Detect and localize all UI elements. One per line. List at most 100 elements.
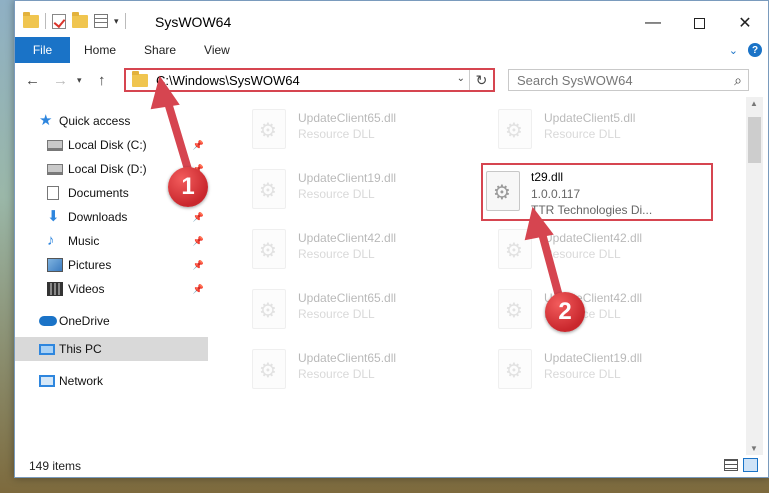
maximize-button[interactable] xyxy=(676,9,722,37)
file-description: Resource DLL xyxy=(298,187,375,201)
videos-icon xyxy=(47,282,63,296)
new-folder-icon[interactable] xyxy=(72,11,88,28)
file-item[interactable]: UpdateClient65.dll Resource DLL xyxy=(222,101,460,157)
sidebar-item-music[interactable]: ♪ Music 📌 xyxy=(15,229,208,253)
address-path[interactable]: C:\Windows\SysWOW64 xyxy=(156,73,300,88)
pictures-icon xyxy=(47,258,63,272)
address-bar[interactable]: C:\Windows\SysWOW64 ⌄ ↻ xyxy=(124,68,495,92)
sidebar-item-this-pc[interactable]: This PC xyxy=(15,337,208,361)
customize-toolbar-chevron-icon[interactable]: ▾ xyxy=(114,16,119,27)
back-arrow-icon[interactable]: ← xyxy=(25,72,40,89)
properties-check-icon[interactable] xyxy=(52,13,66,29)
file-description: Resource DLL xyxy=(298,307,375,321)
folder-icon xyxy=(23,11,39,28)
tab-file[interactable]: File xyxy=(15,37,70,63)
file-item[interactable]: UpdateClient65.dll Resource DLL xyxy=(222,281,460,337)
sidebar-item-quick-access[interactable]: ★ Quick access xyxy=(15,109,208,133)
sidebar-item-label: Videos xyxy=(68,282,105,296)
sidebar-item-label: Network xyxy=(59,374,104,388)
disk-icon xyxy=(47,163,63,175)
search-input[interactable]: Search SysWOW64 ⌕ xyxy=(508,69,749,91)
file-explorer-window: ▾ SysWOW64 — ✕ File Home Share View ⌄ ? … xyxy=(14,0,769,478)
pin-icon[interactable]: 📌 xyxy=(193,212,204,223)
file-description: Resource DLL xyxy=(544,127,621,141)
file-company: TTR Technologies Di... xyxy=(531,203,653,217)
file-name: t29.dll xyxy=(531,170,564,184)
sidebar-item-local-disk-c[interactable]: Local Disk (C:) 📌 xyxy=(15,133,208,157)
file-description: Resource DLL xyxy=(298,127,375,141)
file-item-t29-dll[interactable]: t29.dll 1.0.0.117 TTR Technologies Di... xyxy=(481,163,713,221)
file-name: UpdateClient19.dll xyxy=(544,351,643,365)
tab-view[interactable]: View xyxy=(190,37,244,63)
navigation-pane: ★ Quick access Local Disk (C:) 📌 Local D… xyxy=(15,101,208,456)
dll-file-icon xyxy=(252,109,286,149)
refresh-icon[interactable]: ↻ xyxy=(469,70,493,90)
music-icon: ♪ xyxy=(47,232,55,249)
pin-icon[interactable]: 📌 xyxy=(193,260,204,271)
minimize-icon: — xyxy=(645,14,661,31)
star-icon: ★ xyxy=(39,112,53,129)
minimize-button[interactable]: — xyxy=(630,9,676,37)
pin-icon[interactable]: 📌 xyxy=(193,140,204,151)
sidebar-item-onedrive[interactable]: OneDrive xyxy=(15,309,208,333)
dll-file-icon xyxy=(498,289,532,329)
sidebar-item-label: Music xyxy=(68,234,100,248)
file-item[interactable]: UpdateClient5.dll Resource DLL xyxy=(468,101,706,157)
toolbar-separator xyxy=(124,13,126,29)
sidebar-item-label: Documents xyxy=(68,186,129,200)
sidebar-item-label: Quick access xyxy=(59,114,131,128)
dll-file-icon xyxy=(498,349,532,389)
help-icon[interactable]: ? xyxy=(748,43,762,57)
up-arrow-icon[interactable]: ↑ xyxy=(98,72,106,89)
tab-home[interactable]: Home xyxy=(70,37,130,63)
tab-share[interactable]: Share xyxy=(130,37,190,63)
file-description: Resource DLL xyxy=(544,367,621,381)
file-item[interactable]: UpdateClient65.dll Resource DLL xyxy=(222,341,460,397)
file-item[interactable]: UpdateClient42.dll Resource DLL xyxy=(222,221,460,277)
sidebar-item-label: OneDrive xyxy=(59,314,110,328)
scroll-up-icon[interactable]: ▲ xyxy=(750,99,758,108)
file-item[interactable]: UpdateClient19.dll Resource DLL xyxy=(222,161,460,217)
large-icons-view-icon[interactable] xyxy=(743,458,758,472)
file-version: 1.0.0.117 xyxy=(531,187,581,201)
properties-icon[interactable] xyxy=(94,14,108,28)
dll-file-icon xyxy=(252,289,286,329)
file-name: UpdateClient19.dll xyxy=(298,171,397,185)
scroll-down-icon[interactable]: ▼ xyxy=(750,444,758,453)
search-placeholder: Search SysWOW64 xyxy=(517,72,633,88)
file-name: UpdateClient65.dll xyxy=(298,351,397,365)
sidebar-item-downloads[interactable]: ⬇ Downloads 📌 xyxy=(15,205,208,229)
ribbon-tabs: File Home Share View ⌄ ? xyxy=(15,37,768,63)
sidebar-item-videos[interactable]: Videos 📌 xyxy=(15,277,208,301)
file-item[interactable]: UpdateClient19.dll Resource DLL xyxy=(468,341,706,397)
item-count: 149 items xyxy=(29,459,82,473)
scrollbar-thumb[interactable] xyxy=(748,117,761,163)
pin-icon[interactable]: 📌 xyxy=(193,236,204,247)
dll-file-icon xyxy=(252,229,286,269)
this-pc-icon xyxy=(39,343,55,355)
dll-file-icon xyxy=(252,169,286,209)
dll-file-icon xyxy=(498,229,532,269)
address-dropdown-chevron-icon[interactable]: ⌄ xyxy=(457,73,465,84)
sidebar-item-label: Local Disk (D:) xyxy=(68,162,147,176)
dll-file-icon xyxy=(252,349,286,389)
close-button[interactable]: ✕ xyxy=(722,9,768,37)
expand-ribbon-chevron-icon[interactable]: ⌄ xyxy=(729,44,738,57)
navigation-bar: ← → ▾ ↑ C:\Windows\SysWOW64 ⌄ ↻ Search S… xyxy=(15,64,768,96)
vertical-scrollbar[interactable]: ▲ ▼ xyxy=(746,97,763,455)
documents-icon xyxy=(47,186,59,200)
quick-access-toolbar: ▾ xyxy=(23,11,126,29)
onedrive-icon xyxy=(39,316,57,326)
forward-arrow-icon[interactable]: → xyxy=(53,72,68,89)
file-item[interactable]: UpdateClient42.dll Resource DLL xyxy=(468,281,706,337)
search-icon[interactable]: ⌕ xyxy=(734,72,742,89)
sidebar-item-network[interactable]: Network xyxy=(15,369,208,393)
details-view-icon[interactable] xyxy=(724,459,738,471)
sidebar-item-pictures[interactable]: Pictures 📌 xyxy=(15,253,208,277)
file-item[interactable]: UpdateClient42.dll Resource DLL xyxy=(468,221,706,277)
callout-badge-2: 2 xyxy=(545,292,585,332)
disk-icon xyxy=(47,139,63,151)
recent-locations-chevron-icon[interactable]: ▾ xyxy=(77,75,82,86)
pin-icon[interactable]: 📌 xyxy=(193,284,204,295)
close-icon: ✕ xyxy=(738,15,752,32)
